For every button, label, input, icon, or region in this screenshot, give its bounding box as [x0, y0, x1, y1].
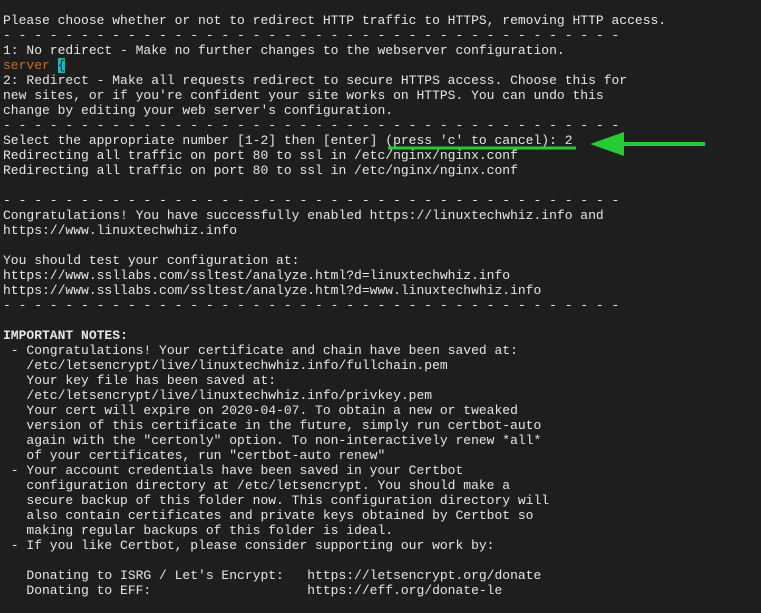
- annotation-overlay: [388, 132, 705, 156]
- arrow-head-icon: [590, 132, 624, 156]
